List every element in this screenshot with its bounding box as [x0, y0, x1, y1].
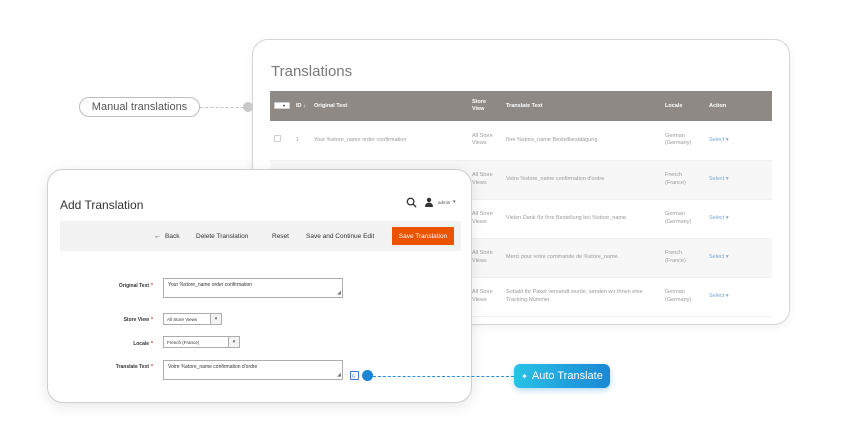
- original-text-label: Original Text *: [118, 283, 153, 289]
- cell-locale: German (Germany): [661, 277, 705, 317]
- arrow-left-icon: ←: [154, 232, 161, 240]
- cell-id: 1: [292, 121, 310, 161]
- row-action-select[interactable]: Select ▾: [709, 215, 729, 221]
- required-mark: *: [151, 317, 153, 323]
- cell-store-view: All Store Views: [468, 277, 502, 317]
- translate-icon[interactable]: G: [350, 371, 359, 380]
- cell-original-text: Your %store_name order confirmation: [310, 121, 468, 161]
- chevron-down-icon[interactable]: ▾: [453, 199, 456, 205]
- chevron-down-icon: ▾: [283, 102, 286, 108]
- column-header-store-view[interactable]: Store View: [468, 91, 502, 121]
- row-action-select[interactable]: Select ▾: [709, 137, 729, 143]
- table-row[interactable]: 1 Your %store_name order confirmation Al…: [270, 121, 772, 161]
- cell-store-view: All Store Views: [468, 238, 502, 278]
- admin-user-name[interactable]: admin: [438, 200, 450, 205]
- store-view-select[interactable]: All Store Views ▾: [163, 313, 222, 325]
- search-icon[interactable]: [406, 197, 417, 208]
- table-header-row: ▾ ID ↓ Original Text Store View Translat…: [270, 91, 772, 121]
- cell-translate-text: Votre %store_name confirmation d'ordre: [502, 160, 661, 200]
- cell-store-view: All Store Views: [468, 121, 502, 161]
- mass-select-dropdown[interactable]: ▾: [274, 102, 290, 110]
- auto-connector-line: [373, 376, 514, 377]
- cell-store-view: All Store Views: [468, 160, 502, 200]
- cell-translate-text: Sobald Ihr Paket versandt wurde, senden …: [502, 277, 661, 317]
- cell-translate-text: Ihre %store_name Bestellbestätigung: [502, 121, 661, 161]
- column-header-original-text[interactable]: Original Text: [310, 91, 468, 121]
- chevron-down-icon: ▾: [210, 314, 221, 324]
- mass-select-header[interactable]: ▾: [270, 91, 292, 121]
- grid-title: Translations: [271, 63, 353, 80]
- translate-text-field[interactable]: Votre %store_name confirmation d'ordre ◢: [163, 360, 343, 380]
- store-view-label: Store View *: [123, 317, 153, 323]
- required-mark: *: [151, 283, 153, 289]
- manual-connector-dot: [243, 102, 253, 112]
- required-mark: *: [151, 364, 153, 370]
- page-title: Add Translation: [60, 198, 144, 212]
- save-translation-button[interactable]: Save Translation: [392, 227, 454, 245]
- cell-locale: French (France): [661, 238, 705, 278]
- locale-label: Locale *: [133, 341, 153, 347]
- row-action-select[interactable]: Select ▾: [709, 176, 729, 182]
- cell-locale: German (Germany): [661, 121, 705, 161]
- locale-select[interactable]: French (France) ▾: [163, 336, 240, 348]
- auto-connector-dot: [362, 370, 373, 381]
- original-text-field[interactable]: Your %store_name order confirmation ◢: [163, 278, 343, 298]
- row-checkbox[interactable]: [274, 135, 281, 143]
- sort-arrow-icon: ↓: [303, 102, 306, 109]
- sparkle-icon: ✦: [521, 371, 528, 381]
- column-header-locale[interactable]: Locale: [661, 91, 705, 121]
- column-header-translate-text[interactable]: Translate Text: [502, 91, 661, 121]
- delete-translation-button[interactable]: Delete Translation: [196, 221, 248, 251]
- row-action-select[interactable]: Select ▾: [709, 293, 729, 299]
- add-translation-panel: Add Translation admin ▾ ← Back Delete Tr…: [47, 169, 472, 403]
- cell-locale: French (France): [661, 160, 705, 200]
- cell-locale: German (Germany): [661, 199, 705, 239]
- cell-translate-text: Merci pour votre commande de %store_name…: [502, 238, 661, 278]
- resize-grip-icon[interactable]: ◢: [337, 291, 341, 296]
- row-action-select[interactable]: Select ▾: [709, 254, 729, 260]
- save-and-continue-button[interactable]: Save and Continue Edit: [306, 221, 374, 251]
- back-button[interactable]: ← Back: [154, 221, 179, 251]
- column-header-id[interactable]: ID ↓: [292, 91, 310, 121]
- translate-text-label: Translate Text *: [115, 364, 153, 370]
- column-header-action: Action: [705, 91, 772, 121]
- manual-connector-line: [200, 107, 244, 108]
- cell-store-view: All Store Views: [468, 199, 502, 239]
- reset-button[interactable]: Reset: [272, 221, 289, 251]
- back-button-label: Back: [165, 232, 180, 240]
- auto-translate-label: ✦ Auto Translate: [514, 364, 610, 388]
- svg-text:G: G: [352, 373, 356, 378]
- cell-translate-text: Vielen Dank für Ihre Bestellung bei %sto…: [502, 199, 661, 239]
- user-icon[interactable]: [424, 197, 434, 207]
- page-actions-toolbar: ← Back Delete Translation Reset Save and…: [60, 221, 461, 251]
- required-mark: *: [151, 341, 153, 347]
- chevron-down-icon: ▾: [228, 337, 239, 347]
- resize-grip-icon[interactable]: ◢: [337, 373, 341, 378]
- manual-translations-label: Manual translations: [79, 97, 200, 117]
